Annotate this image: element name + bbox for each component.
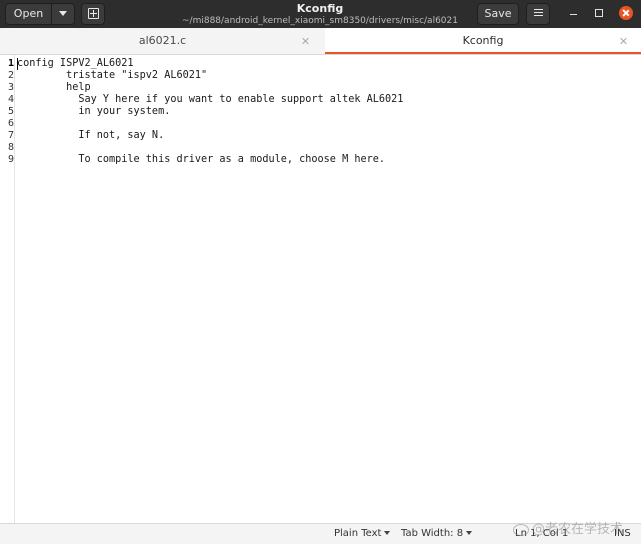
line-number: 5 [7,106,14,117]
tab-kconfig[interactable]: Kconfig [325,28,641,54]
gedit-window: Open Kconfig ~/mi888/android_kernel_xiao… [0,0,641,544]
chevron-down-icon [466,531,473,535]
open-button[interactable]: Open [5,3,52,25]
close-icon[interactable] [619,6,633,20]
line-number: 8 [7,142,14,153]
code-line[interactable]: in your system. [17,106,170,118]
tab-bar: al6021.c Kconfig [0,28,641,55]
tab-label: Kconfig [462,34,504,47]
code-line[interactable]: config ISPV2_AL6021 [17,58,134,70]
document-title: Kconfig [296,2,344,15]
line-number: 4 [7,94,14,105]
code-line[interactable]: help [17,82,91,94]
line-number: 3 [7,82,14,93]
code-line[interactable]: Say Y here if you want to enable support… [17,94,403,106]
cursor-position-label: Ln 1, Col 1 [515,528,569,539]
tab-label: al6021.c [138,34,187,47]
menu-button[interactable] [526,3,550,25]
insert-mode-indicator[interactable]: INS [614,527,631,541]
minimize-icon[interactable] [566,5,582,21]
save-button[interactable]: Save [477,3,519,25]
tab-close-icon[interactable] [620,37,628,45]
window-title: Kconfig ~/mi888/android_kernel_xiaomi_sm… [150,2,490,27]
language-label: Plain Text [334,528,382,539]
tab-close-icon[interactable] [302,37,310,45]
line-number: 9 [7,154,14,165]
tab-width-selector[interactable]: Tab Width: 8 [401,527,473,541]
maximize-icon[interactable] [591,5,607,21]
chevron-down-icon [384,531,391,535]
new-tab-icon [87,8,99,19]
line-number: 7 [7,130,14,141]
language-selector[interactable]: Plain Text [334,527,391,541]
code-line[interactable]: To compile this driver as a module, choo… [17,154,385,166]
tab-width-label: Tab Width: 8 [401,528,464,539]
header-bar: Open Kconfig ~/mi888/android_kernel_xiao… [0,0,641,28]
status-bar: Plain Text Tab Width: 8 Ln 1, Col 1 INS [0,523,641,544]
code-line[interactable]: tristate "ispv2 AL6021" [17,70,207,82]
new-tab-button[interactable] [81,3,105,25]
code-line[interactable]: If not, say N. [17,130,164,142]
line-number: 1 [7,58,14,69]
insert-mode-label: INS [614,528,631,539]
tab-al6021-c[interactable]: al6021.c [0,28,325,54]
open-menu-button[interactable] [51,3,75,25]
chevron-down-icon [59,10,67,16]
text-editor[interactable]: 1 2 3 4 5 6 7 8 9 config ISPV2_AL6021 tr… [0,55,641,523]
hamburger-menu-icon [533,7,543,18]
line-number: 2 [7,70,14,81]
line-number: 6 [7,118,14,129]
line-number-gutter: 1 2 3 4 5 6 7 8 9 [0,55,15,523]
cursor-position[interactable]: Ln 1, Col 1 [515,527,568,541]
document-path: ~/mi888/android_kernel_xiaomi_sm8350/dri… [182,16,458,26]
